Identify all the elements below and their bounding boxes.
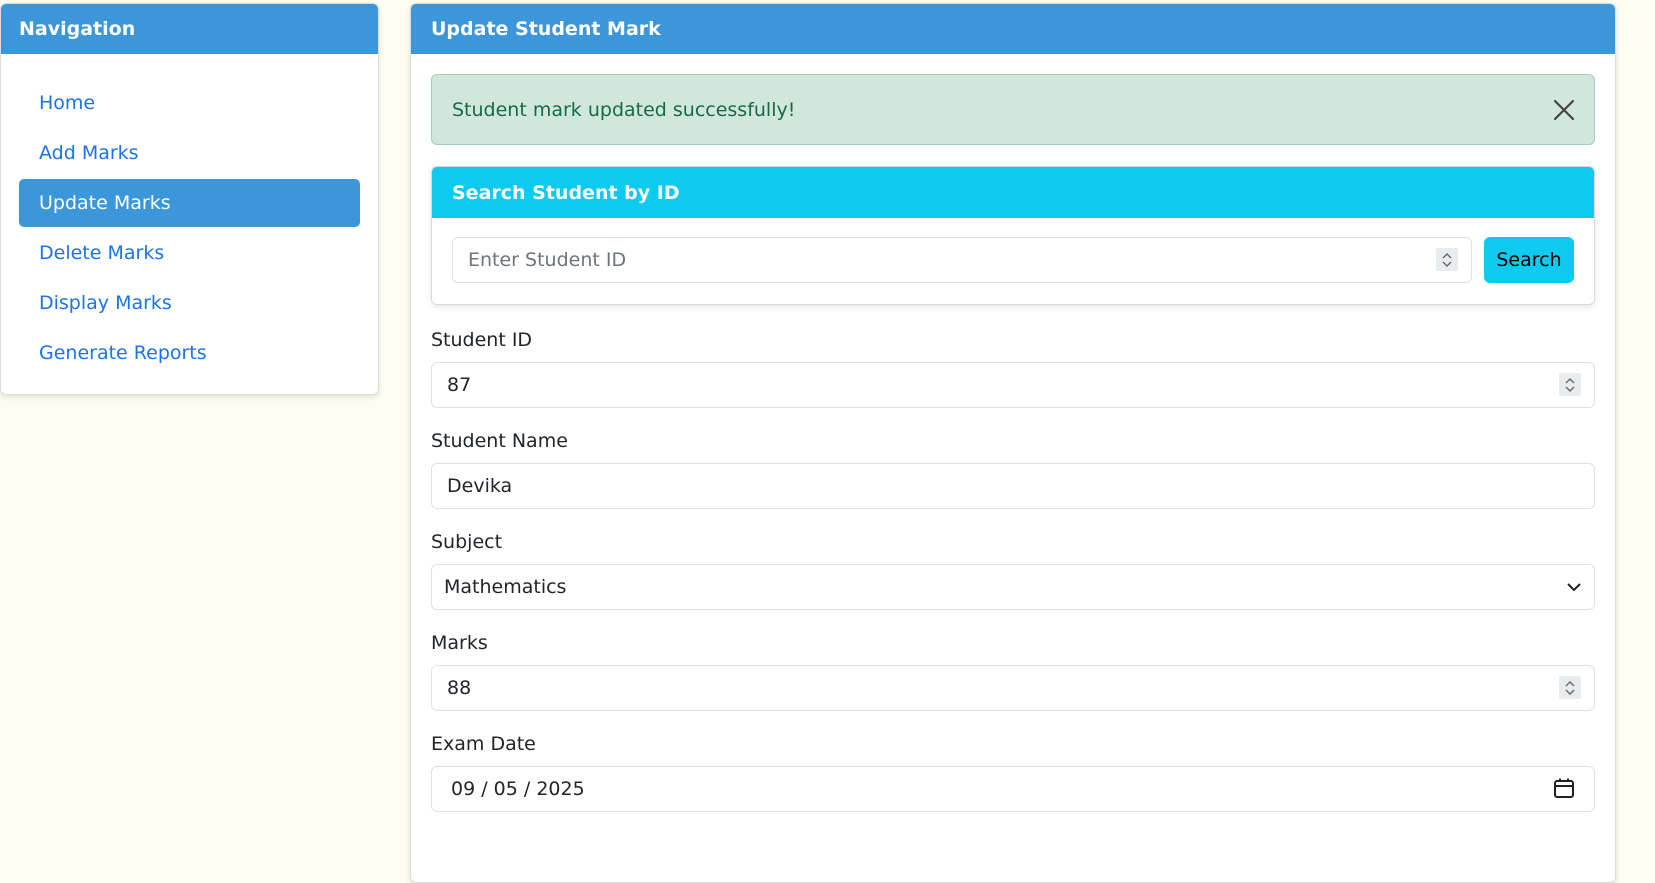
sidebar-item-home[interactable]: Home <box>19 79 360 127</box>
exam-date-label: Exam Date <box>431 733 536 755</box>
student-id-wrapper: 87 <box>431 362 1595 408</box>
student-name-input[interactable]: Devika <box>431 463 1595 509</box>
page-title: Update Student Mark <box>411 4 1615 54</box>
number-spinner-icon[interactable] <box>1436 248 1458 271</box>
search-student-id-input[interactable]: Enter Student ID <box>452 237 1472 283</box>
sidebar-item-delete-marks[interactable]: Delete Marks <box>19 229 360 277</box>
student-id-label: Student ID <box>431 329 533 351</box>
exam-date-input[interactable]: 09 / 05 / 2025 <box>431 766 1595 812</box>
sidebar: Navigation Home Add Marks Update Marks D… <box>0 3 379 395</box>
search-input-wrapper: Enter Student ID <box>452 237 1472 283</box>
subject-group: Subject Mathematics <box>431 531 1595 610</box>
sidebar-item-update-marks[interactable]: Update Marks <box>19 179 360 227</box>
search-card: Search Student by ID Enter Student ID Se… <box>431 166 1595 305</box>
subject-label: Subject <box>431 531 503 553</box>
student-name-group: Student Name Devika <box>431 430 1595 509</box>
sidebar-item-generate-reports[interactable]: Generate Reports <box>19 329 360 377</box>
number-spinner-icon[interactable] <box>1559 373 1581 396</box>
marks-wrapper: 88 <box>431 665 1595 711</box>
exam-date-wrapper: 09 / 05 / 2025 <box>431 766 1595 812</box>
search-row: Enter Student ID Search <box>432 218 1594 283</box>
subject-selected-value: Mathematics <box>444 576 567 598</box>
alert-message: Student mark updated successfully! <box>452 98 796 121</box>
student-id-input[interactable]: 87 <box>431 362 1595 408</box>
exam-date-group: Exam Date 09 / 05 / 2025 <box>431 733 1595 812</box>
sidebar-item-display-marks[interactable]: Display Marks <box>19 279 360 327</box>
student-name-label: Student Name <box>431 430 568 452</box>
marks-group: Marks 88 <box>431 632 1595 711</box>
calendar-icon[interactable] <box>1553 777 1575 799</box>
subject-select[interactable]: Mathematics <box>431 564 1595 610</box>
search-button[interactable]: Search <box>1484 237 1574 283</box>
update-mark-card: Update Student Mark Student mark updated… <box>410 3 1616 883</box>
marks-label: Marks <box>431 632 488 654</box>
close-icon[interactable] <box>1552 98 1576 122</box>
marks-input[interactable]: 88 <box>431 665 1595 711</box>
sidebar-title: Navigation <box>1 4 378 54</box>
card-body: Student mark updated successfully! Searc… <box>411 54 1615 812</box>
success-alert: Student mark updated successfully! <box>431 74 1595 145</box>
nav-list: Home Add Marks Update Marks Delete Marks… <box>1 54 378 377</box>
search-card-title: Search Student by ID <box>432 167 1594 218</box>
sidebar-item-add-marks[interactable]: Add Marks <box>19 129 360 177</box>
chevron-down-icon <box>1567 583 1581 592</box>
number-spinner-icon[interactable] <box>1559 676 1581 699</box>
student-id-group: Student ID 87 <box>431 329 1595 408</box>
